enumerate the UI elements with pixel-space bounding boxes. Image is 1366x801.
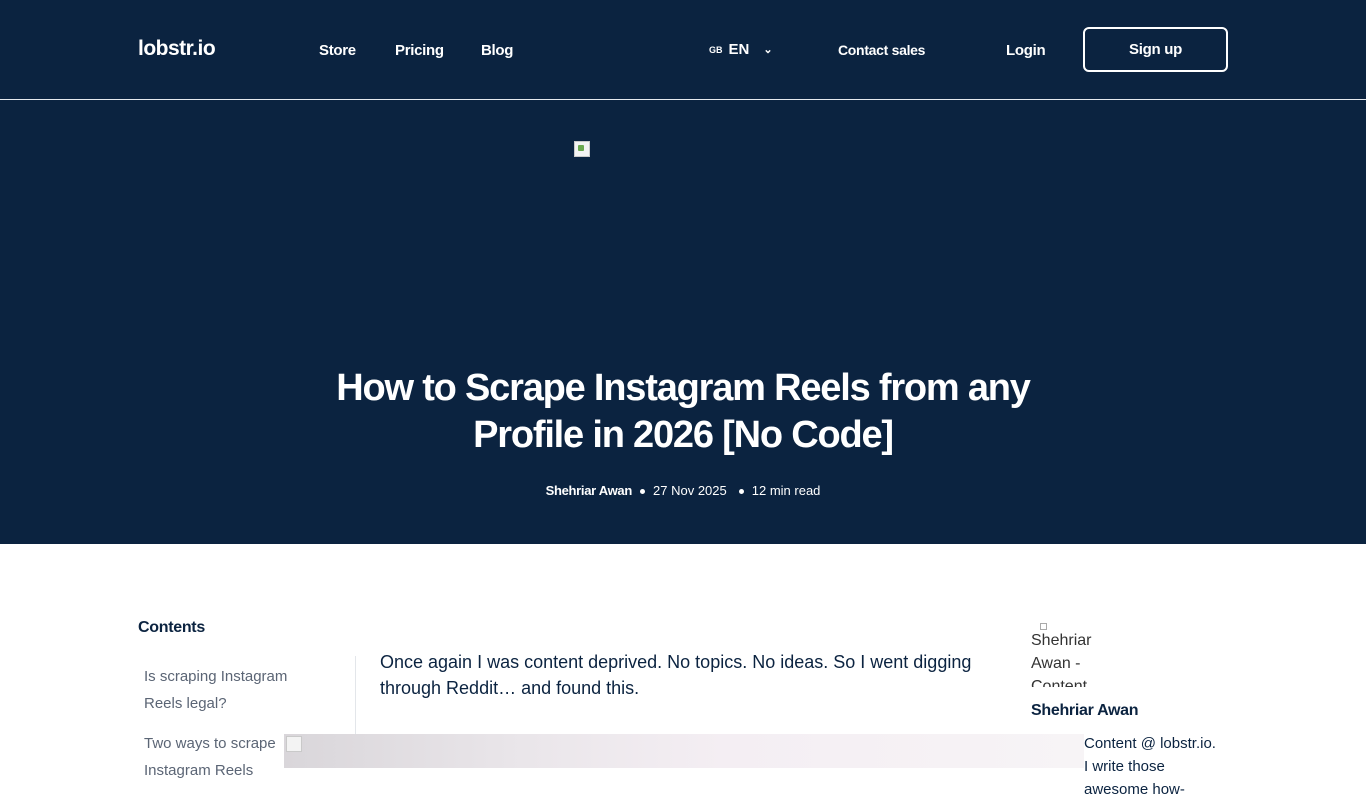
nav-store-link[interactable]: Store	[319, 42, 356, 59]
logo[interactable]: lobstr.io	[138, 37, 216, 61]
article-meta: Shehriar Awan 27 Nov 2025 12 min read	[0, 483, 1366, 498]
toc-title: Contents	[138, 619, 205, 636]
chevron-down-icon: ⌄	[763, 44, 773, 56]
login-link[interactable]: Login	[1006, 42, 1046, 59]
image-icon	[286, 736, 302, 752]
article-intro: Once again I was content deprived. No to…	[380, 652, 972, 698]
separator-dot	[640, 489, 646, 495]
image-icon	[1040, 623, 1047, 630]
sidebar-author-bio: Content @ lobstr.io. I write those aweso…	[1084, 735, 1216, 798]
separator-dot	[738, 489, 744, 495]
nav-blog-link[interactable]: Blog	[481, 42, 513, 59]
author-avatar: Shehriar Awan - Content	[1031, 623, 1093, 687]
publish-date: 27 Nov 2025	[653, 483, 727, 498]
hero-section	[0, 100, 1366, 544]
nav-pricing-link[interactable]: Pricing	[395, 42, 444, 59]
page-title: How to Scrape Instagram Reels from any P…	[336, 367, 1031, 456]
article-image	[284, 734, 1084, 768]
site-header: lobstr.io Store Pricing Blog GB EN ⌄ Con…	[0, 0, 1366, 100]
read-time: 12 min read	[751, 483, 821, 498]
contact-sales-link[interactable]: Contact sales	[838, 42, 925, 58]
author-link[interactable]: Shehriar Awan	[546, 483, 633, 498]
flag-icon: GB	[709, 44, 723, 55]
language-selector[interactable]: GB EN ⌄	[709, 41, 773, 58]
toc-item[interactable]: Is scraping Instagram Reels legal?	[144, 663, 314, 717]
avatar-alt-text: Shehriar Awan - Content	[1031, 632, 1092, 687]
sidebar-author-name[interactable]: Shehriar Awan	[1031, 702, 1139, 720]
signup-button[interactable]: Sign up	[1083, 27, 1228, 72]
language-label: EN	[728, 41, 750, 58]
hero-image	[574, 141, 590, 157]
